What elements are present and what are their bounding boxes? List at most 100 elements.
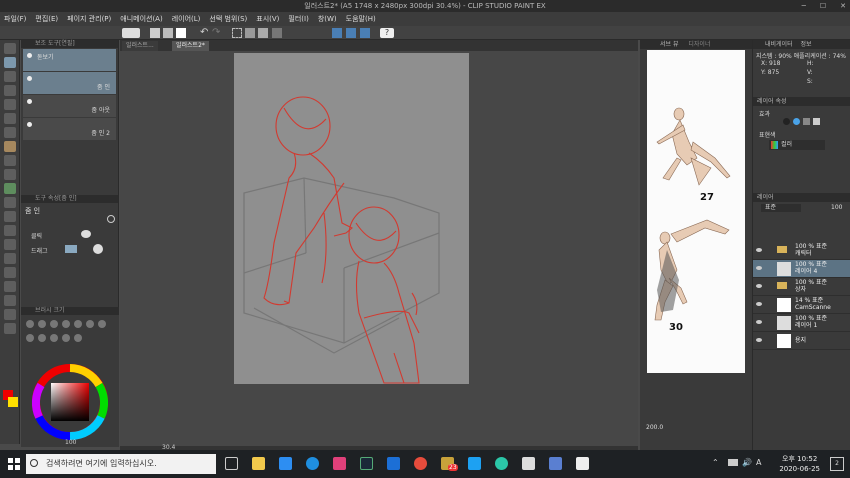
canvas-area[interactable]: 일러스트... 일러스트2* 30.4 bbox=[120, 40, 638, 452]
drag-zoom-icon[interactable] bbox=[93, 244, 103, 254]
text-tool-icon[interactable] bbox=[3, 295, 16, 306]
app-icon-2[interactable] bbox=[549, 457, 562, 470]
brush-size-preset[interactable] bbox=[86, 320, 94, 328]
layer-color-icon[interactable] bbox=[813, 118, 820, 125]
tray-chevron-icon[interactable]: ⌃ bbox=[712, 458, 719, 467]
system-clock[interactable]: 오후 10:52 2020-06-25 bbox=[779, 454, 820, 474]
menu-view[interactable]: 표시(V) bbox=[256, 14, 279, 24]
chrome-icon[interactable] bbox=[414, 457, 427, 470]
zoom-in-toggle-icon[interactable] bbox=[81, 230, 91, 238]
menu-edit[interactable]: 편집(E) bbox=[35, 14, 58, 24]
brush-size-preset[interactable] bbox=[38, 320, 46, 328]
frame-tool-icon[interactable] bbox=[3, 267, 16, 278]
menu-file[interactable]: 파일(F) bbox=[4, 14, 26, 24]
menu-selection[interactable]: 선택 범위(S) bbox=[209, 14, 247, 24]
layer-row[interactable]: 100 % 표준 상자 bbox=[753, 278, 850, 296]
sub-tool-item[interactable]: 돋보기 bbox=[23, 49, 116, 71]
brush-size-preset[interactable] bbox=[26, 320, 34, 328]
undo-icon[interactable]: ↶ bbox=[200, 28, 210, 38]
move-tool-icon[interactable] bbox=[3, 71, 16, 82]
tab-info[interactable]: 정보 bbox=[801, 41, 812, 48]
brush-size-preset[interactable] bbox=[38, 334, 46, 342]
menu-window[interactable]: 창(W) bbox=[318, 14, 337, 24]
sub-tool-item[interactable]: 줌 인 2 bbox=[23, 118, 116, 140]
fill-tool-icon[interactable] bbox=[3, 225, 16, 236]
open-folder-icon[interactable] bbox=[163, 28, 173, 38]
maximize-icon[interactable]: ☐ bbox=[820, 0, 826, 12]
color-wheel[interactable] bbox=[21, 357, 119, 447]
clip-studio-icon[interactable] bbox=[522, 457, 535, 470]
file-explorer-icon[interactable] bbox=[252, 457, 265, 470]
brush-size-preset[interactable] bbox=[50, 334, 58, 342]
menu-page[interactable]: 페이지 관리(P) bbox=[67, 14, 111, 24]
border-effect-icon[interactable] bbox=[783, 118, 790, 125]
taskbar-search-input[interactable]: 검색하려면 여기에 입력하십시오. bbox=[26, 454, 216, 474]
steam-icon[interactable] bbox=[360, 457, 373, 470]
clear-icon[interactable] bbox=[245, 28, 255, 38]
layer-row[interactable]: 용지 bbox=[753, 332, 850, 350]
mail-icon[interactable] bbox=[387, 457, 400, 470]
task-view-icon[interactable] bbox=[225, 457, 238, 470]
new-file-icon[interactable] bbox=[150, 28, 160, 38]
tab-designer[interactable]: 디자이너 bbox=[688, 41, 710, 48]
search-icon[interactable] bbox=[107, 215, 115, 223]
brush-size-preset[interactable] bbox=[26, 334, 34, 342]
kakaotalk-icon[interactable]: 23 bbox=[441, 457, 458, 471]
app-icon[interactable] bbox=[333, 457, 346, 470]
menu-help[interactable]: 도움말(H) bbox=[346, 14, 376, 24]
decoration-tool-icon[interactable] bbox=[3, 183, 16, 194]
clip-studio-paint-icon[interactable] bbox=[576, 457, 589, 470]
brush-size-preset[interactable] bbox=[74, 320, 82, 328]
eye-icon[interactable] bbox=[756, 338, 762, 342]
ruler-snap-icon[interactable] bbox=[332, 28, 342, 38]
effect-buttons[interactable] bbox=[783, 118, 843, 126]
eye-icon[interactable] bbox=[756, 266, 762, 270]
tone-effect-icon[interactable] bbox=[803, 118, 810, 125]
minimize-icon[interactable]: ─ bbox=[802, 0, 806, 12]
sub-tool-item[interactable]: 줌 아웃 bbox=[23, 95, 116, 117]
grid-snap-icon[interactable] bbox=[360, 28, 370, 38]
clip-studio-icon[interactable] bbox=[122, 28, 140, 38]
correct-line-tool-icon[interactable] bbox=[3, 323, 16, 334]
eye-icon[interactable] bbox=[756, 284, 762, 288]
blend-mode-select[interactable]: 표준 bbox=[761, 204, 801, 212]
brush-size-preset[interactable] bbox=[98, 320, 106, 328]
eraser-tool-icon[interactable] bbox=[3, 197, 16, 208]
select-icon[interactable] bbox=[232, 28, 242, 38]
select-tool-icon[interactable] bbox=[3, 85, 16, 96]
close-icon[interactable]: ✕ bbox=[840, 0, 846, 12]
menu-animation[interactable]: 애니메이션(A) bbox=[120, 14, 162, 24]
brush-tool-icon[interactable] bbox=[3, 155, 16, 166]
hand-tool-icon[interactable] bbox=[3, 43, 16, 54]
help-icon[interactable]: ? bbox=[380, 28, 394, 38]
notification-center-icon[interactable]: 2 bbox=[830, 457, 844, 471]
windows-start-icon[interactable] bbox=[8, 458, 20, 470]
save-icon[interactable] bbox=[176, 28, 186, 38]
ime-mode[interactable]: A bbox=[756, 458, 761, 467]
figure-tool-icon[interactable] bbox=[3, 253, 16, 264]
ruler-tool-icon[interactable] bbox=[3, 281, 16, 292]
zoom-tool-icon[interactable] bbox=[3, 57, 16, 68]
eye-icon[interactable] bbox=[756, 302, 762, 306]
brush-size-preset[interactable] bbox=[50, 320, 58, 328]
volume-icon[interactable]: 🔊 bbox=[742, 458, 752, 467]
drag-mode-icon[interactable] bbox=[65, 245, 77, 253]
transform-icon[interactable] bbox=[272, 28, 282, 38]
fill-icon[interactable] bbox=[258, 28, 268, 38]
special-ruler-snap-icon[interactable] bbox=[346, 28, 356, 38]
balloon-tool-icon[interactable] bbox=[3, 309, 16, 320]
edge-icon[interactable] bbox=[495, 457, 508, 470]
blend-tool-icon[interactable] bbox=[3, 211, 16, 222]
tab-illust-1[interactable]: 일러스트... bbox=[122, 41, 158, 51]
pen-tool-icon[interactable] bbox=[3, 127, 16, 138]
menu-layer[interactable]: 레이어(L) bbox=[172, 14, 201, 24]
tab-navigator[interactable]: 내비게이터 bbox=[765, 41, 793, 48]
brush-size-preset[interactable] bbox=[74, 334, 82, 342]
layer-row[interactable]: 100 % 표준 캐릭터 bbox=[753, 242, 850, 260]
network-icon[interactable] bbox=[728, 459, 738, 466]
sub-tool-item[interactable]: 줌 인 bbox=[23, 72, 116, 94]
lasso-tool-icon[interactable] bbox=[3, 99, 16, 110]
gradient-tool-icon[interactable] bbox=[3, 239, 16, 250]
layer-row[interactable]: 100 % 표준 레이어 1 bbox=[753, 314, 850, 332]
store-icon[interactable] bbox=[279, 457, 292, 470]
